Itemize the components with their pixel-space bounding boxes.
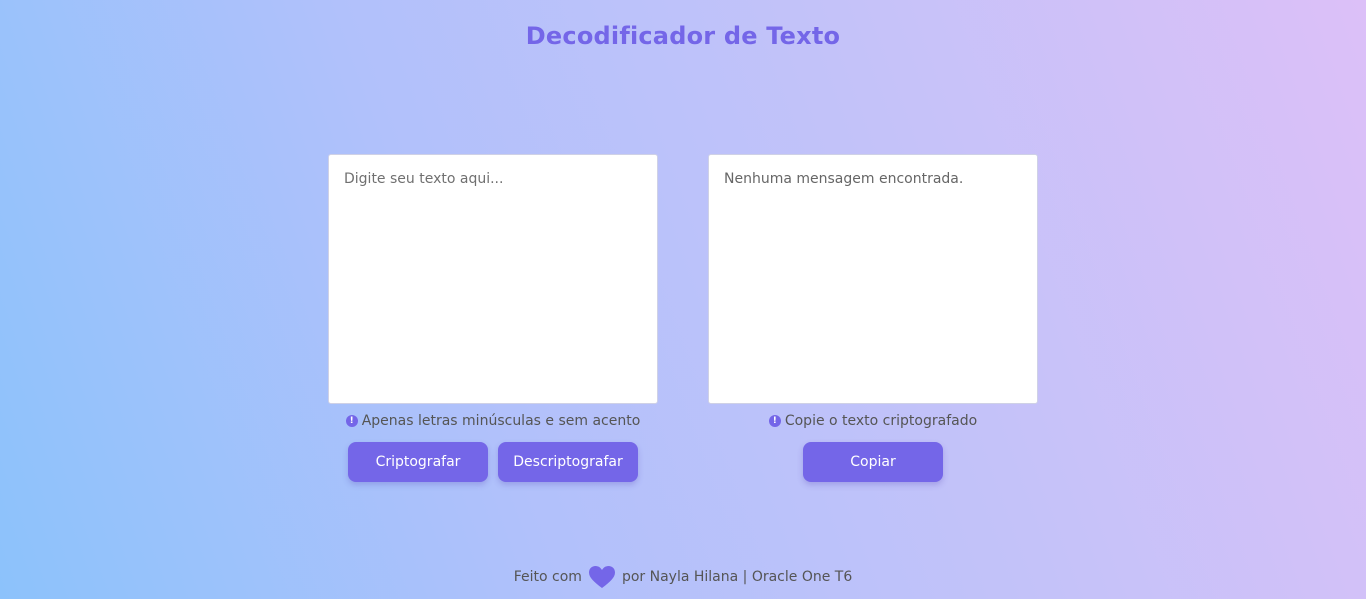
input-hint-text: Apenas letras minúsculas e sem acento <box>361 413 641 429</box>
output-panel: Nenhuma mensagem encontrada. ! Copie o t… <box>708 154 1038 482</box>
output-box[interactable]: Nenhuma mensagem encontrada. <box>708 154 1038 404</box>
output-hint: ! Copie o texto criptografado <box>708 413 1038 429</box>
encrypt-button[interactable]: Criptografar <box>348 442 488 482</box>
input-hint: ! Apenas letras minúsculas e sem acento <box>328 413 658 429</box>
input-panel: ! Apenas letras minúsculas e sem acento … <box>328 154 658 482</box>
decrypt-button[interactable]: Descriptografar <box>498 442 638 482</box>
output-message: Nenhuma mensagem encontrada. <box>724 171 964 187</box>
footer: Feito com por Nayla Hilana | Oracle One … <box>0 564 1366 590</box>
footer-made-with: Feito com <box>513 569 582 585</box>
footer-credit: por Nayla Hilana | Oracle One T6 <box>621 569 853 585</box>
info-icon: ! <box>345 415 358 427</box>
output-hint-text: Copie o texto criptografado <box>784 413 978 429</box>
copy-button[interactable]: Copiar <box>803 442 943 482</box>
info-icon: ! <box>768 415 781 427</box>
input-actions: Criptografar Descriptografar <box>328 442 658 482</box>
page-title: Decodificador de Texto <box>525 22 841 50</box>
output-actions: Copiar <box>708 442 1038 482</box>
heart-icon <box>588 566 615 588</box>
input-textarea[interactable] <box>328 154 658 404</box>
